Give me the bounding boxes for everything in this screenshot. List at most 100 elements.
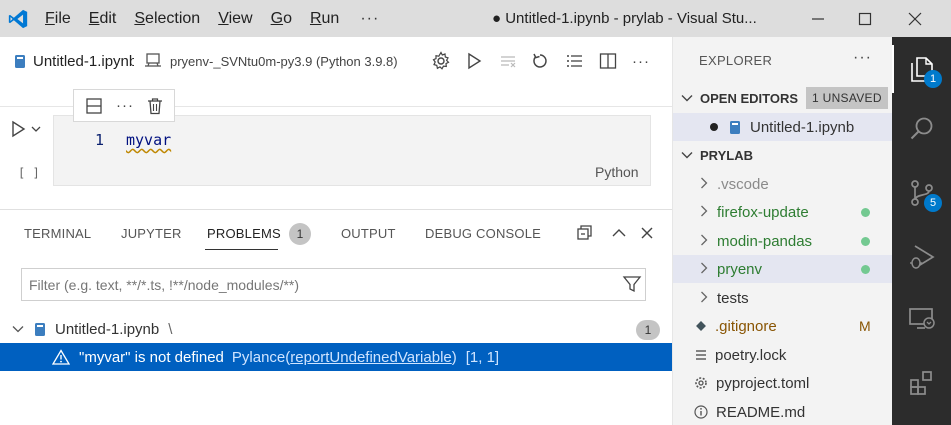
tree-item-label: .gitignore [715,317,777,335]
code-text[interactable]: myvar [126,131,171,149]
tree-item-readme[interactable]: README.md [673,398,893,425]
tab-output[interactable]: OUTPUT [341,226,396,241]
cell-more-button[interactable]: ··· [116,97,134,114]
split-cell-icon[interactable] [85,97,103,115]
line-number: 1 [95,131,105,149]
problem-source: Pylance(reportUndefinedVariable) [231,348,457,366]
run-all-icon[interactable] [461,48,487,74]
chevron-down-icon[interactable] [31,125,41,133]
trash-icon[interactable] [147,97,163,115]
explorer-more-button[interactable]: ··· [853,49,872,67]
tree-item-firefox-update[interactable]: firefox-update [673,198,893,226]
kernel-picker[interactable]: pryenv-_SVNtu0m-py3.9 (Python 3.9.8) [144,45,398,77]
tree-item-label: pryenv [717,260,763,278]
tree-item-modin-pandas[interactable]: modin-pandas [673,227,893,255]
explorer-icon[interactable] [892,41,951,97]
title-bar: File Edit Selection View Go Run ··· ● Un… [0,0,951,37]
tree-item-label: .vscode [717,175,769,193]
run-cell-button[interactable] [10,119,50,139]
menu-file[interactable]: File [36,10,80,28]
problem-code-link[interactable]: reportUndefinedVariable [290,349,452,366]
menu-edit[interactable]: Edit [80,10,126,28]
chevron-right-icon [697,177,711,192]
run-debug-icon[interactable] [892,229,951,285]
chevron-down-icon [681,94,693,102]
tab-problems[interactable]: PROBLEMS [207,226,281,241]
cell-editor[interactable] [53,115,651,186]
tree-item-label: poetry.lock [715,346,787,364]
vscode-logo-icon [0,0,36,37]
filter-input[interactable]: Filter (e.g. text, **/*.ts, !**/node_mod… [21,268,646,301]
source-control-icon[interactable] [892,165,951,221]
git-untracked-dot [861,264,870,274]
explorer-badge: 1 [924,70,942,88]
gear-icon[interactable] [428,48,454,74]
split-editor-icon[interactable] [595,48,621,74]
problem-file-path: \ [168,320,173,338]
open-editor-item[interactable]: Untitled-1.ipynb [673,113,893,141]
menu-selection[interactable]: Selection [125,10,209,28]
tree-item-pryenv[interactable]: pryenv [673,255,893,283]
search-icon[interactable] [892,101,951,157]
editor-tab-label: Untitled-1.ipynb [33,52,134,70]
tab-terminal[interactable]: TERMINAL [24,226,91,241]
problem-file-row[interactable]: Untitled-1.ipynb \ [0,317,672,341]
filter-icon[interactable] [621,273,643,295]
menu-go[interactable]: Go [262,10,301,28]
collapse-all-icon[interactable] [575,223,595,243]
unsaved-badge: 1 UNSAVED [806,87,888,109]
tree-item-pyproject-toml[interactable]: pyproject.toml [673,369,893,397]
active-tab-indicator [205,249,278,250]
chevron-right-icon [697,291,711,306]
run-icon [10,120,26,138]
maximize-button[interactable] [842,0,888,37]
menu-view[interactable]: View [209,10,261,28]
chevron-down-icon [12,325,24,333]
chevron-down-icon [681,151,693,159]
editor-more-button[interactable]: ··· [627,48,655,74]
lines-file-icon [695,349,707,361]
tree-item-label: pyproject.toml [716,374,810,392]
tree-item-label: tests [717,289,749,307]
outline-icon[interactable] [561,48,587,74]
workspace-label: PRYLAB [700,147,753,163]
remote-explorer-icon[interactable] [892,291,951,347]
tree-item-gitignore[interactable]: .gitignore M [673,312,893,340]
source-control-badge: 5 [924,194,942,212]
cell-language[interactable]: Python [595,164,639,180]
minimize-button[interactable] [795,0,841,37]
tab-jupyter[interactable]: JUPYTER [121,226,182,241]
menu-more-button[interactable]: ··· [348,10,391,28]
clear-outputs-icon[interactable] [495,48,521,74]
problem-file-name: Untitled-1.ipynb [55,320,160,338]
tree-item-label: firefox-update [717,203,809,221]
filter-placeholder: Filter (e.g. text, **/*.ts, !**/node_mod… [29,276,300,293]
tree-item-poetry-lock[interactable]: poetry.lock [673,341,893,369]
git-diamond-icon [695,320,707,332]
info-icon [694,405,708,419]
kernel-icon [144,52,162,70]
tab-debug-console[interactable]: DEBUG CONSOLE [425,226,541,241]
unsaved-dot-icon[interactable] [710,123,718,131]
problem-message: "myvar" is not defined [79,348,224,366]
restart-kernel-icon[interactable] [527,48,553,74]
workspace-header[interactable]: PRYLAB [673,142,893,168]
close-window-button[interactable] [892,0,938,37]
execution-count: [ ] [18,166,40,180]
notebook-icon [34,322,46,337]
git-untracked-dot [861,236,870,246]
extensions-icon[interactable] [892,355,951,411]
problems-count-badge: 1 [289,223,311,245]
chevron-right-icon [697,205,711,220]
tree-item-label: modin-pandas [717,232,813,250]
problem-row[interactable]: "myvar" is not defined Pylance(reportUnd… [0,343,672,371]
editor-tab[interactable]: Untitled-1.ipynb [0,45,134,77]
close-panel-icon[interactable] [637,223,657,243]
explorer-sidebar: EXPLORER ··· OPEN EDITORS 1 UNSAVED Unti… [672,37,893,425]
tree-item-vscode[interactable]: .vscode [673,170,893,198]
menu-run[interactable]: Run [301,10,348,28]
git-modified-badge: M [859,318,871,334]
tree-item-tests[interactable]: tests [673,284,893,312]
activity-bar: 1 5 [892,37,951,425]
chevron-up-icon[interactable] [609,223,629,243]
